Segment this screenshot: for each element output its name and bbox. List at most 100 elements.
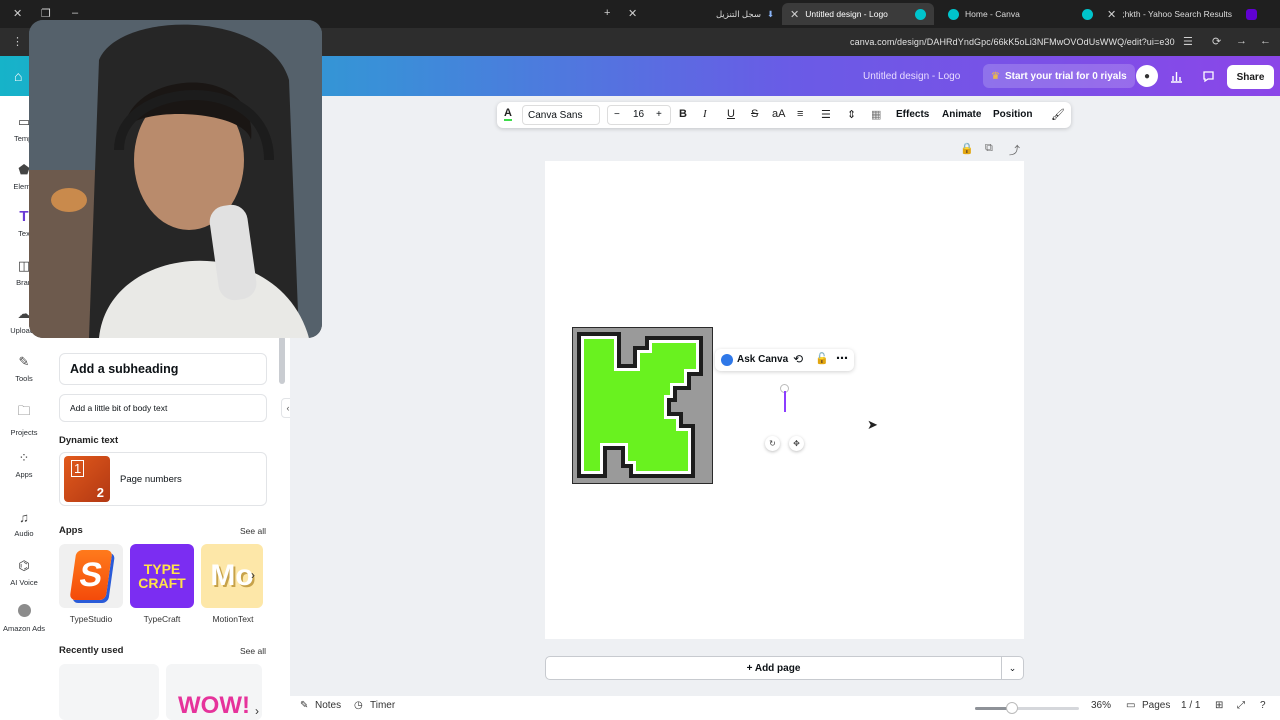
document-title[interactable]: Untitled design - Logo [863, 71, 960, 82]
close-tab-icon[interactable]: ✕ [1107, 8, 1116, 21]
url-field[interactable]: canva.com/design/DAHRdYndGpc/66kK5oLi3NF… [850, 37, 1175, 47]
app-tile-typestudio[interactable]: S [59, 544, 123, 608]
tab-canva-home[interactable]: Home - Canva [940, 3, 1028, 25]
notes-icon[interactable]: ✎ [300, 700, 308, 711]
context-menu: Ask Canva ⟲ 🔓 ⋯ [715, 349, 854, 371]
new-tab-icon[interactable]: + [604, 7, 610, 19]
font-family-dropdown[interactable]: Canva Sans [522, 105, 600, 125]
list-icon[interactable]: ☰ [821, 108, 831, 121]
recent-item[interactable]: WOW! [166, 664, 262, 720]
minimize-window-icon[interactable]: – [72, 7, 78, 19]
animate-button[interactable]: Animate [942, 109, 981, 120]
tab-canva-design[interactable]: ✕ Untitled design - Logo [782, 3, 934, 25]
tune-icon[interactable]: ☰ [1183, 35, 1193, 48]
zoom-slider-knob[interactable] [1006, 702, 1019, 714]
rail-item-apps[interactable]: ⁘ Apps [0, 450, 48, 479]
close-window-icon[interactable]: ✕ [13, 7, 22, 20]
font-size-input[interactable]: 16 [633, 109, 644, 120]
webcam-person-image [29, 20, 322, 338]
typestudio-logo: S [69, 550, 113, 600]
italic-button[interactable]: I [703, 108, 707, 120]
text-caret[interactable] [784, 391, 786, 412]
rail-item-amazon-ads[interactable]: Amazon Ads [0, 604, 48, 633]
rail-item-tools[interactable]: ✎ Tools [0, 354, 48, 383]
menu-icon[interactable]: ⋮ [12, 35, 23, 48]
grid-view-icon[interactable]: ⊞ [1215, 700, 1223, 711]
spacing-icon[interactable]: ⇕ [847, 108, 856, 121]
app-label: TypeStudio [69, 614, 113, 624]
comment-icon[interactable] [1197, 65, 1219, 87]
app-label: MotionText [212, 614, 254, 624]
lock-icon[interactable]: 🔓 [815, 352, 829, 365]
share-button[interactable]: Share [1227, 65, 1274, 89]
font-size-stepper: − 16 + [607, 105, 671, 125]
reload-icon[interactable]: ⟳ [1212, 35, 1221, 48]
k-logo-svg [573, 328, 712, 483]
recent-see-all-link[interactable]: See all [240, 646, 266, 656]
lock-icon[interactable]: 🔒 [960, 142, 974, 155]
timer-icon[interactable]: ◷ [354, 700, 363, 711]
refresh-icon[interactable]: ⟲ [793, 352, 803, 366]
restore-window-icon[interactable]: ❐ [41, 7, 51, 20]
page-numbers-item[interactable]: 1 2 Page numbers [59, 452, 267, 506]
notes-button[interactable]: Notes [315, 700, 341, 711]
timer-button[interactable]: Timer [370, 700, 395, 711]
app-tile-typecraft[interactable]: TYPE CRAFT [130, 544, 194, 608]
move-icon[interactable]: ✥ [789, 436, 804, 451]
panel-scrollbar[interactable] [279, 336, 285, 384]
pages-icon[interactable]: ▭ [1126, 700, 1135, 711]
rail-item-ai-voice[interactable]: ⌬ AI Voice [0, 558, 48, 587]
tab-yahoo[interactable]: ✕ ;hkth - Yahoo Search Results [1074, 3, 1265, 25]
add-page-icon[interactable]: ⤴ [1009, 142, 1020, 158]
transparency-icon[interactable]: ▦ [871, 108, 881, 121]
download-icon: ⬇ [766, 8, 775, 19]
text-color-icon[interactable]: A [504, 108, 512, 121]
tab-downloads[interactable]: سجل التنزيل ⬇ [708, 3, 782, 25]
ask-canva-icon [721, 354, 733, 366]
ai-voice-icon: ⌬ [18, 558, 30, 573]
copy-style-icon[interactable]: 🖌 [1051, 108, 1065, 121]
text-toolbar: A Canva Sans − 16 + B I U S aA ≡ ☰ ⇕ ▦ E… [497, 102, 1071, 128]
recent-item[interactable] [59, 664, 159, 720]
align-center-icon[interactable]: ≡ [797, 108, 803, 120]
decrease-size-button[interactable]: − [614, 109, 620, 120]
insights-icon[interactable] [1165, 65, 1187, 87]
recent-scroll-right-icon[interactable]: › [255, 704, 259, 718]
canva-favicon-icon [1082, 8, 1093, 20]
rail-item-audio[interactable]: ♫ Audio [0, 510, 48, 538]
start-trial-button[interactable]: ♛ Start your trial for 0 riyals [983, 64, 1135, 88]
canva-favicon-icon [948, 8, 959, 20]
help-icon[interactable]: ? [1260, 700, 1266, 711]
k-logo-graphic[interactable] [572, 327, 713, 484]
add-body-text-button[interactable]: Add a little bit of body text [59, 394, 267, 422]
effects-button[interactable]: Effects [896, 109, 929, 120]
add-page-button[interactable]: + Add page [545, 656, 1002, 680]
apps-scroll-right-icon[interactable]: › [251, 568, 255, 582]
amazon-ads-icon [0, 604, 48, 620]
more-options-icon[interactable]: ⋯ [836, 351, 848, 365]
position-button[interactable]: Position [993, 109, 1032, 120]
recently-used-title: Recently used [59, 645, 124, 656]
ask-canva-button[interactable]: Ask Canva [737, 354, 788, 365]
avatar[interactable]: ● [1136, 65, 1158, 87]
duplicate-page-icon[interactable]: ⧉ [985, 142, 993, 155]
add-page-options-icon[interactable]: ⌄ [1002, 656, 1024, 680]
fullscreen-icon[interactable]: ⤢ [1237, 700, 1245, 711]
home-icon[interactable]: ⌂ [14, 68, 22, 84]
underline-button[interactable]: U [727, 108, 735, 120]
letter-case-button[interactable]: aA [772, 108, 785, 120]
rotate-icon[interactable]: ↻ [765, 436, 780, 451]
increase-size-button[interactable]: + [656, 109, 662, 120]
forward-icon[interactable]: → [1236, 35, 1247, 47]
zoom-slider[interactable] [975, 702, 1079, 714]
strikethrough-button[interactable]: S [751, 108, 758, 120]
zoom-level[interactable]: 36% [1091, 700, 1111, 711]
apps-see-all-link[interactable]: See all [240, 526, 266, 536]
add-subheading-button[interactable]: Add a subheading [59, 353, 267, 385]
back-icon[interactable]: ← [1260, 35, 1271, 47]
pages-button[interactable]: Pages [1142, 700, 1170, 711]
close-tab-icon[interactable]: ✕ [790, 8, 799, 21]
rail-item-projects[interactable]: 🗀 Projects [0, 402, 48, 437]
bold-button[interactable]: B [679, 108, 687, 120]
close-tab-icon[interactable]: ✕ [628, 7, 637, 20]
